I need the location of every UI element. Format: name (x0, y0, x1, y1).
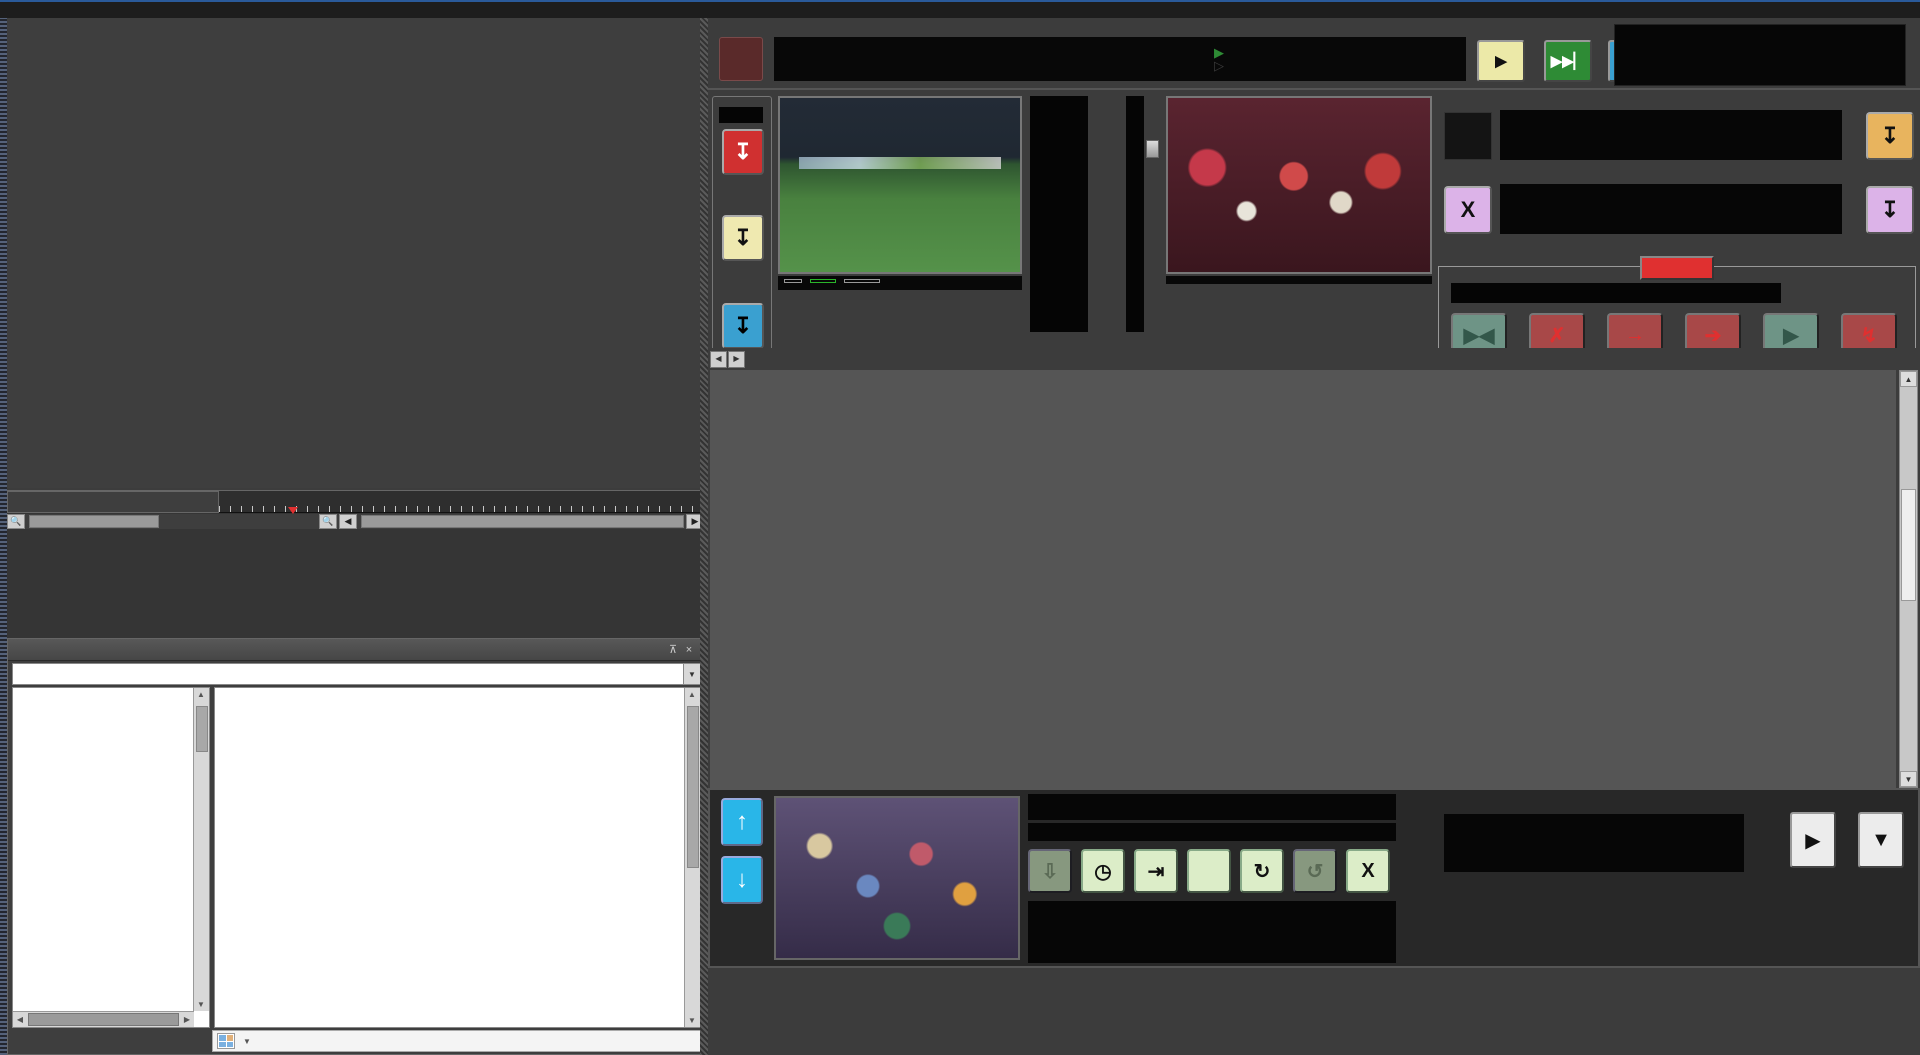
find-next-command-button[interactable]: ↧ (1866, 186, 1914, 234)
timeline-hscroll-thumb2[interactable] (361, 515, 684, 528)
onair-clip-filename (778, 286, 1022, 290)
timeline-scrollbar[interactable]: 🔍 🔍 ◀ ▶ (7, 514, 706, 529)
cued-item-panel: ↑ ↓ ⇩ ◷ ⇥ ↻ ↺ X (708, 788, 1920, 968)
view-mode-caret-icon[interactable]: ▼ (243, 1037, 251, 1046)
scroll-down-icon[interactable]: ▼ (685, 1016, 699, 1025)
scroll-left-icon[interactable]: ◀ (13, 1015, 27, 1024)
cued-clip-video[interactable] (774, 796, 1020, 960)
channel-monitor-grid (7, 18, 706, 488)
tab-scroll-left-icon[interactable]: ◀ (710, 351, 727, 368)
tab-scroll-right-icon[interactable]: ▶ (728, 351, 745, 368)
find-cued-button[interactable]: ↧ (722, 215, 764, 261)
menu-bar (0, 0, 1920, 18)
clip-loop-button[interactable]: ↻ (1240, 849, 1284, 893)
file-browser-statusbar: ▼ (212, 1030, 701, 1052)
timeline-date (7, 491, 219, 513)
afd-badge (810, 279, 836, 283)
station-clock (1614, 24, 1906, 86)
find-sel-button[interactable]: ↧ (722, 303, 764, 349)
master-audio-meters (1030, 96, 1158, 346)
find-onair-button[interactable]: ↧ (722, 129, 764, 175)
panel-divider[interactable] (700, 18, 708, 1055)
cued-clip-times (1028, 901, 1396, 963)
cued-preview-video[interactable] (1166, 96, 1432, 274)
skip-button[interactable]: X (1444, 186, 1492, 234)
right-column: ▶ ▷ ▶ ▶▶▏ ▶▶▏ (708, 18, 1920, 1055)
onair-timer-bar: ▶ ▷ ▶ ▶▶▏ ▶▶▏ (708, 18, 1920, 88)
tree-hscrollbar[interactable]: ◀ ▶ (13, 1011, 194, 1027)
clip-clock-button[interactable]: ◷ (1081, 849, 1125, 893)
next-button[interactable]: ↓ (721, 856, 763, 904)
onair-preview-video[interactable] (778, 96, 1022, 274)
onoff-button[interactable] (1640, 256, 1714, 280)
tree-hscroll-thumb[interactable] (28, 1013, 179, 1026)
cue-next-button[interactable]: ▶▶▏ (1544, 40, 1592, 82)
edit-button[interactable]: ▼ (1858, 812, 1904, 868)
start-cued-button[interactable]: ▶ (1477, 40, 1525, 82)
scroll-left-icon[interactable]: ◀ (339, 514, 357, 529)
media-thumbnail-grid: ▲ ▼ (214, 687, 701, 1028)
playlist-vscroll-thumb[interactable] (1901, 489, 1916, 601)
scroll-up-icon[interactable]: ▲ (685, 690, 699, 699)
channel-tab-bar: ◀ ▶ (708, 348, 1920, 370)
zoom-in-icon[interactable]: 🔍 (319, 514, 337, 529)
clip-jip-button[interactable]: ⇥ (1134, 849, 1178, 893)
view-button[interactable]: ▶ (1790, 812, 1836, 868)
onair-preview-section: ↧ ↧ ↧ (708, 88, 1920, 370)
view-mode-icon[interactable] (217, 1033, 235, 1049)
timeline-ruler[interactable] (219, 491, 706, 513)
playout-app-window: 🔍 🔍 ◀ ▶ ⊼ × ▼ (0, 0, 1920, 1055)
folder-tree: ▲ ▼ ◀ ▶ (12, 687, 210, 1028)
srv-idle-icon: ▷ (1214, 59, 1224, 72)
pr-badge (844, 279, 880, 283)
cued-clip-controls: ⇩ ◷ ⇥ ↻ ↺ X (1028, 794, 1396, 964)
zoom-out-icon[interactable]: 🔍 (7, 514, 25, 529)
thumbs-vscroll-thumb[interactable] (687, 706, 699, 868)
tree-vscroll-thumb[interactable] (196, 706, 208, 752)
audio-gain-slider[interactable] (1146, 140, 1159, 158)
window-edge-texture (0, 18, 7, 1055)
prev-button[interactable]: ↑ (721, 798, 763, 846)
find-eoa-button[interactable]: ↧ (1866, 112, 1914, 160)
playhead-marker-icon[interactable] (288, 507, 298, 514)
event-hand-icon[interactable] (1444, 112, 1492, 160)
automation-controls: ↧ X ↧ ▶◀ ✗ → ➔ ▶ (1438, 90, 1916, 370)
go-on-button[interactable] (719, 37, 763, 81)
clip-skip-button[interactable]: X (1346, 849, 1390, 893)
scroll-up-icon[interactable]: ▲ (194, 690, 208, 699)
edit-controls: ▶ ▼ (1404, 794, 1912, 964)
timeline-hscroll-thumb[interactable] (29, 515, 159, 528)
onair-indicator (719, 107, 763, 123)
cued-preview (1166, 96, 1432, 284)
timeline-panel: 🔍 🔍 ◀ ▶ (7, 490, 706, 639)
file-browser-panel: ⊼ × ▼ ▲ ▼ ◀ ▶ (7, 638, 706, 1055)
scroll-up-icon[interactable]: ▲ (1900, 371, 1917, 387)
clip-cue-button[interactable]: ⇩ (1028, 849, 1072, 893)
scroll-right-icon[interactable]: ▶ (180, 1015, 194, 1024)
pin-icon[interactable]: ⊼ (665, 643, 681, 656)
cued-clip-title (1028, 794, 1396, 820)
clip-manual-button[interactable] (1187, 849, 1231, 893)
playlist-vscrollbar[interactable]: ▲ ▼ (1899, 370, 1918, 788)
thumbs-vscrollbar[interactable]: ▲ ▼ (684, 688, 700, 1027)
clip-return-button[interactable]: ↺ (1293, 849, 1337, 893)
scroll-down-icon[interactable]: ▼ (194, 1000, 208, 1009)
playlist-panel: ◀ ▶ ▲ ▼ (708, 348, 1920, 788)
close-icon[interactable]: × (681, 644, 697, 656)
scroll-down-icon[interactable]: ▼ (1900, 771, 1917, 787)
onair-preview (778, 96, 1022, 290)
cc-badge (784, 279, 802, 283)
tree-vscrollbar[interactable]: ▲ ▼ (193, 688, 209, 1011)
chevron-down-icon[interactable]: ▼ (683, 664, 700, 684)
find-group: ↧ ↧ ↧ (712, 96, 772, 364)
path-dropdown[interactable]: ▼ (12, 663, 701, 685)
left-column: 🔍 🔍 ◀ ▶ ⊼ × ▼ (0, 18, 706, 1055)
secondary-events-table (708, 970, 1920, 1055)
